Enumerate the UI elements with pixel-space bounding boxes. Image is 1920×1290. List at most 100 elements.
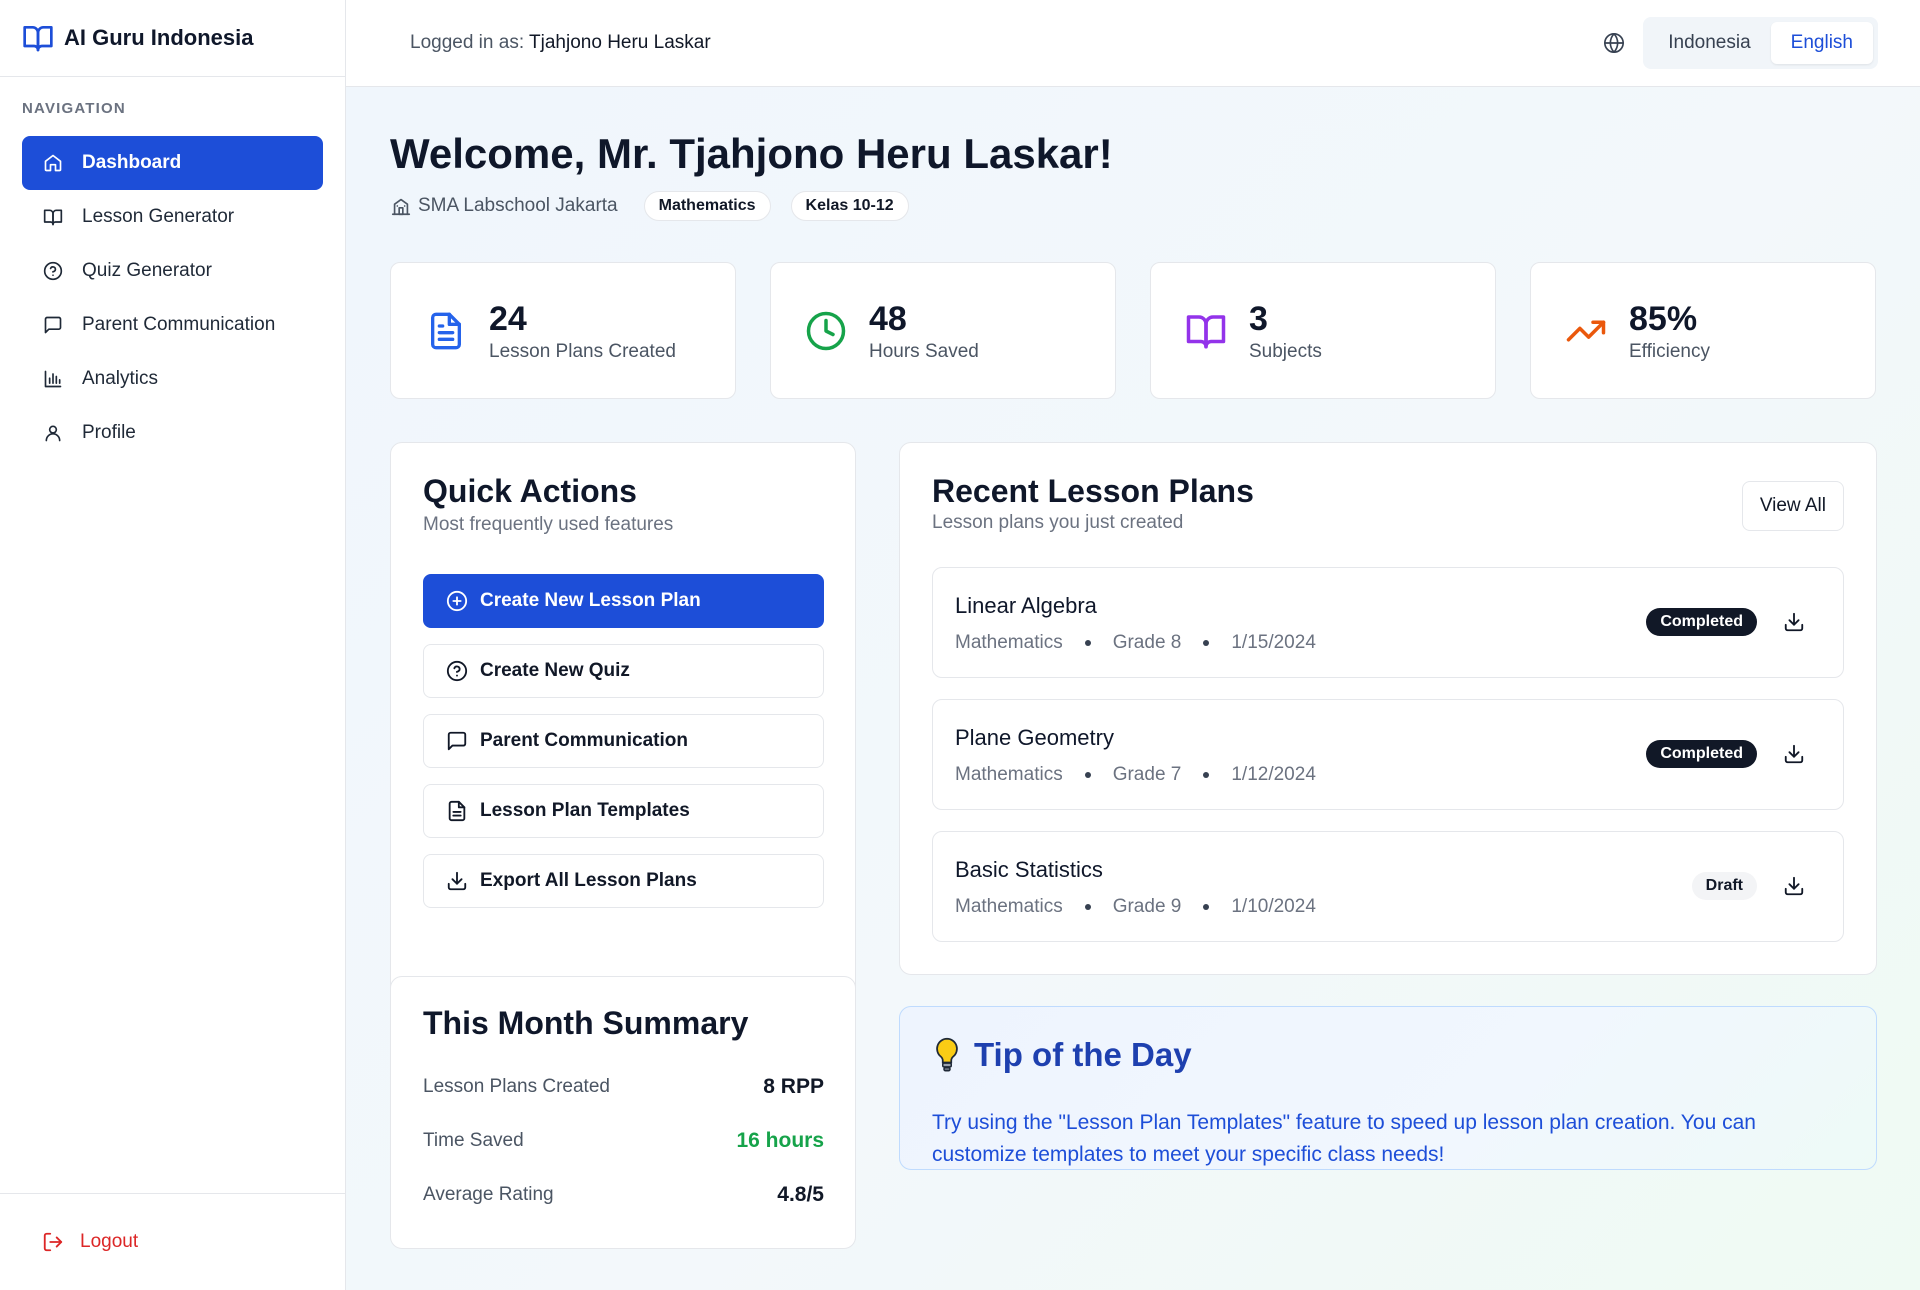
parent-communication-button[interactable]: Parent Communication [423, 714, 824, 768]
quick-actions-card: Quick Actions Most frequently used featu… [390, 442, 856, 1032]
stat-value: 3 [1249, 299, 1268, 338]
status-badge: Completed [1646, 740, 1757, 768]
lesson-plan-item[interactable]: Basic Statistics Mathematics Grade 9 1/1… [932, 831, 1844, 942]
sidebar: AI Guru Indonesia NAVIGATION Dashboard L… [0, 0, 346, 1290]
lesson-plan-meta: Mathematics Grade 7 1/12/2024 [955, 764, 1316, 786]
sidebar-item-dashboard[interactable]: Dashboard [22, 136, 323, 190]
school-icon [390, 195, 412, 217]
language-switch: Indonesia English [1643, 17, 1878, 69]
sidebar-item-label: Quiz Generator [82, 260, 212, 281]
lesson-plan-item[interactable]: Plane Geometry Mathematics Grade 7 1/12/… [932, 699, 1844, 810]
logged-in-prefix: Logged in as: [410, 32, 525, 53]
school-info: SMA Labschool Jakarta [390, 195, 618, 217]
status-badge: Completed [1646, 608, 1757, 636]
recent-lesson-plans-subtitle: Lesson plans you just created [932, 512, 1184, 533]
sidebar-footer: Logout [0, 1193, 345, 1290]
button-label: Create New Quiz [480, 660, 630, 681]
lesson-plan-item[interactable]: Linear Algebra Mathematics Grade 8 1/15/… [932, 567, 1844, 678]
status-badge: Draft [1691, 872, 1757, 900]
main-content: Welcome, Mr. Tjahjono Heru Laskar! SMA L… [346, 87, 1920, 1290]
lightbulb-icon [932, 1035, 966, 1075]
tip-text: Try using the "Lesson Plan Templates" fe… [932, 1111, 1756, 1166]
language-selector: Indonesia English [1603, 17, 1878, 69]
tip-of-the-day-card: Tip of the Day Try using the "Lesson Pla… [899, 1006, 1877, 1170]
summary-value: 4.8/5 [777, 1183, 824, 1206]
logout-button[interactable]: Logout [42, 1231, 138, 1253]
sidebar-item-label: Parent Communication [82, 314, 276, 335]
summary-label: Time Saved [423, 1130, 524, 1151]
export-lesson-plans-button[interactable]: Export All Lesson Plans [423, 854, 824, 908]
lesson-plan-title: Plane Geometry [955, 725, 1114, 750]
topbar: Logged in as: Tjahjono Heru Laskar Indon… [346, 0, 1920, 87]
month-summary-title: This Month Summary [423, 1005, 749, 1041]
button-label: Parent Communication [480, 730, 688, 751]
recent-lesson-plans-card: Recent Lesson Plans Lesson plans you jus… [899, 442, 1877, 975]
create-quiz-button[interactable]: Create New Quiz [423, 644, 824, 698]
globe-icon [1603, 31, 1627, 55]
download-icon[interactable] [1783, 874, 1807, 898]
separator-dot [1203, 640, 1210, 646]
quick-actions-subtitle: Most frequently used features [423, 514, 674, 535]
message-square-icon [446, 730, 468, 752]
file-text-icon [425, 310, 467, 352]
nav-heading: NAVIGATION [22, 100, 126, 117]
button-label: Export All Lesson Plans [480, 870, 697, 891]
sidebar-item-profile[interactable]: Profile [22, 406, 323, 460]
sidebar-item-analytics[interactable]: Analytics [22, 352, 323, 406]
separator-dot [1203, 772, 1210, 778]
create-lesson-plan-button[interactable]: Create New Lesson Plan [423, 574, 824, 628]
summary-row-average-rating: Average Rating 4.8/5 [423, 1183, 824, 1207]
language-option-english[interactable]: English [1770, 22, 1873, 64]
school-name: SMA Labschool Jakarta [418, 195, 618, 216]
logout-icon [42, 1231, 64, 1253]
summary-row-lesson-plans: Lesson Plans Created 8 RPP [423, 1075, 824, 1099]
stat-value: 48 [869, 299, 907, 338]
message-square-icon [42, 314, 64, 336]
lesson-plan-subject: Mathematics [955, 764, 1063, 785]
lesson-plan-grade: Grade 8 [1112, 632, 1182, 653]
summary-label: Average Rating [423, 1184, 554, 1205]
separator-dot [1084, 772, 1091, 778]
separator-dot [1084, 904, 1091, 910]
language-option-indonesia[interactable]: Indonesia [1648, 22, 1770, 64]
summary-row-time-saved: Time Saved 16 hours [423, 1129, 824, 1153]
lesson-plan-title: Linear Algebra [955, 593, 1097, 618]
sidebar-item-lesson-generator[interactable]: Lesson Generator [22, 190, 323, 244]
summary-value: 16 hours [736, 1129, 824, 1152]
page-title: Welcome, Mr. Tjahjono Heru Laskar! [390, 130, 1113, 177]
logged-in-status: Logged in as: Tjahjono Heru Laskar [410, 32, 711, 54]
download-icon[interactable] [1783, 742, 1807, 766]
brand-name: AI Guru Indonesia [64, 25, 254, 50]
logged-in-user: Tjahjono Heru Laskar [529, 32, 711, 53]
sidebar-item-label: Analytics [82, 368, 159, 389]
separator-dot [1084, 640, 1091, 646]
home-icon [42, 152, 64, 174]
month-summary-card: This Month Summary Lesson Plans Created … [390, 976, 856, 1249]
lesson-plan-date: 1/15/2024 [1231, 632, 1316, 653]
stat-label: Hours Saved [869, 340, 979, 362]
brand[interactable]: AI Guru Indonesia [0, 0, 345, 77]
help-circle-icon [42, 260, 64, 282]
stat-card-subjects: 3 Subjects [1150, 262, 1496, 399]
lesson-plan-templates-button[interactable]: Lesson Plan Templates [423, 784, 824, 838]
file-text-icon [446, 800, 468, 822]
quick-actions-title: Quick Actions [423, 473, 637, 509]
download-icon[interactable] [1783, 610, 1807, 634]
book-open-icon [42, 206, 64, 228]
view-all-button[interactable]: View All [1741, 481, 1844, 531]
grade-badge: Kelas 10-12 [790, 191, 909, 221]
stat-card-efficiency: 85% Efficiency [1530, 262, 1876, 399]
separator-dot [1203, 904, 1210, 910]
sidebar-item-quiz-generator[interactable]: Quiz Generator [22, 244, 323, 298]
download-icon [446, 870, 468, 892]
stat-label: Efficiency [1629, 340, 1710, 362]
sidebar-item-parent-communication[interactable]: Parent Communication [22, 298, 323, 352]
sidebar-item-label: Dashboard [82, 152, 182, 173]
recent-lesson-plans-title: Recent Lesson Plans [932, 473, 1254, 509]
clock-icon [805, 310, 847, 352]
lesson-plan-grade: Grade 9 [1112, 896, 1182, 917]
sidebar-item-label: Profile [82, 422, 136, 443]
sidebar-item-label: Lesson Generator [82, 206, 235, 227]
summary-value: 8 RPP [763, 1075, 824, 1098]
lesson-plan-date: 1/10/2024 [1231, 896, 1316, 917]
